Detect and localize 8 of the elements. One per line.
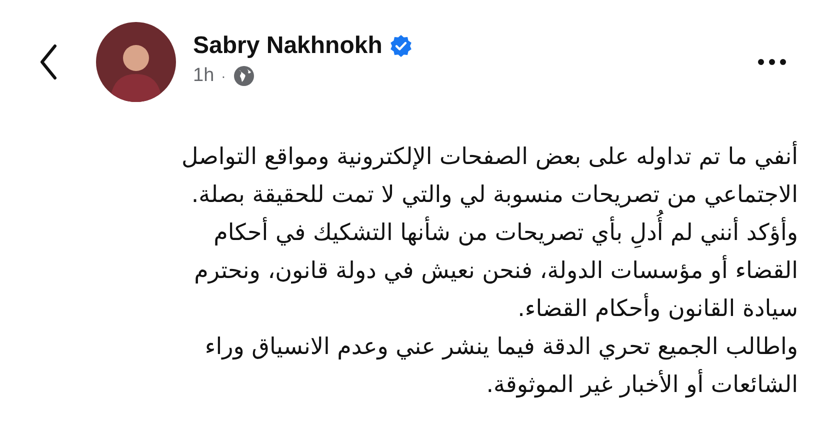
post-text-line: أنفي ما تم تداوله على بعض الصفحات الإلكترونية ومواقع التواصل: [175, 135, 804, 179]
post-text-line: الاجتماعي من تصريحات منسوبة لي والتي لا تمت للحقيقة بصلة.: [190, 181, 799, 210]
post-text-line: الشائعات أو الأخبار غير الموثوقة.: [480, 363, 804, 407]
author-name[interactable]: Sabry Nakhnokh: [193, 30, 382, 62]
separator: ·: [221, 66, 226, 86]
globe-icon: [232, 65, 255, 87]
post-text-line: واطالب الجميع تحري الدقة فيما ينشر عني وعدم الانسياق وراء: [204, 333, 799, 362]
post-time[interactable]: 1h: [193, 62, 214, 90]
